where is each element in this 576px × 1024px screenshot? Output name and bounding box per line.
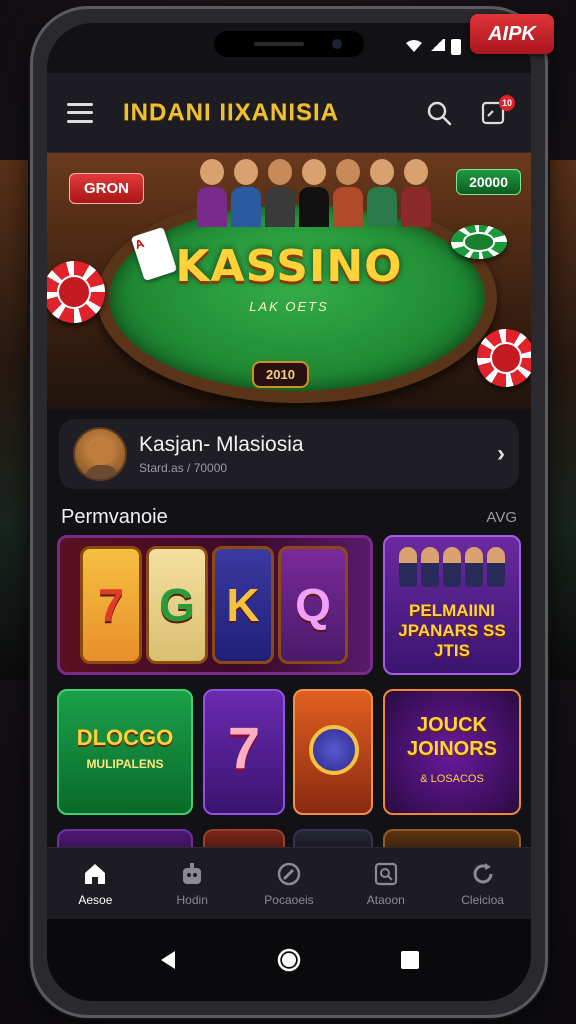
tab-pocaoeis[interactable]: Pocaoeis bbox=[241, 848, 338, 919]
system-nav-bar bbox=[47, 919, 531, 1001]
phone-frame: INDANI IIXANISIA 10 A GRON 20000 KASSINO… bbox=[30, 6, 548, 1018]
bingo-tile-title: DLOCGO bbox=[76, 725, 174, 750]
tab-cleicioa[interactable]: Cleicioa bbox=[434, 848, 531, 919]
tab-label: Ataoon bbox=[366, 892, 405, 907]
hero-subtitle: LAK OETS bbox=[249, 299, 329, 314]
game-tile-slots[interactable]: 7 G K Q bbox=[57, 535, 373, 675]
slot-reel: G bbox=[146, 546, 208, 664]
speaker-grille bbox=[254, 42, 304, 46]
front-camera bbox=[332, 39, 342, 49]
profile-name: Kasjan- Mlasiosia bbox=[139, 433, 304, 456]
tab-label: Cleicioa bbox=[461, 892, 504, 907]
app-bar: INDANI IIXANISIA 10 bbox=[47, 73, 531, 153]
game-tile-coin[interactable] bbox=[293, 689, 373, 815]
slot-reel: 7 bbox=[80, 546, 142, 664]
hero-banner[interactable]: A GRON 20000 KASSINO LAK OETS 2010 bbox=[47, 153, 531, 409]
promo-players-graphic bbox=[399, 547, 505, 587]
section-header: Permvanoie AVG bbox=[47, 499, 531, 535]
bottom-tab-bar: Aesoe Hodin Pocaoeis Ataoon Cleicioa bbox=[47, 847, 531, 919]
tab-label: Aesoe bbox=[78, 892, 113, 907]
hero-counter: 2010 bbox=[252, 361, 309, 388]
slot-reel: K bbox=[212, 546, 274, 664]
recents-square-icon bbox=[401, 951, 420, 969]
tab-ataoon[interactable]: Ataoon bbox=[337, 848, 434, 919]
promo-tile-label: PELMAIINI JPANARS SS JTIS bbox=[398, 601, 506, 660]
coin-icon bbox=[309, 725, 359, 775]
tab-hodin[interactable]: Hodin bbox=[144, 848, 241, 919]
camera-notch bbox=[214, 31, 364, 57]
refresh-icon bbox=[470, 861, 496, 887]
avatar bbox=[73, 427, 127, 481]
status-icons bbox=[405, 39, 461, 56]
home-circle-icon bbox=[277, 948, 301, 972]
game-tile-seven[interactable]: 7 bbox=[203, 689, 285, 815]
game-grid: 7 G K Q PELMAIINI JPANARS SS JTIS DLOCGO… bbox=[47, 535, 531, 869]
home-icon bbox=[82, 861, 108, 887]
slot-reel: Q bbox=[278, 546, 348, 664]
robot-icon bbox=[179, 861, 205, 887]
game-tile-bingo[interactable]: DLOCGO MULIPALENS bbox=[57, 689, 193, 815]
poker-chip-graphic bbox=[477, 329, 531, 387]
section-see-all-link[interactable]: AVG bbox=[486, 509, 517, 526]
home-button[interactable] bbox=[269, 940, 309, 980]
battery-icon bbox=[451, 39, 461, 55]
notification-badge: 10 bbox=[499, 94, 515, 111]
profile-card[interactable]: Kasjan- Mlasiosia Stard.as / 70000 › bbox=[59, 419, 519, 489]
game-tile-promo[interactable]: PELMAIINI JPANARS SS JTIS bbox=[383, 535, 521, 675]
notifications-button[interactable]: 10 bbox=[475, 94, 515, 131]
chevron-right-icon: › bbox=[497, 440, 505, 467]
menu-icon[interactable] bbox=[67, 102, 93, 123]
jokers-tile-title: JOUCK JOINORS bbox=[406, 714, 498, 760]
hero-badge-right: 20000 bbox=[456, 169, 521, 195]
search-button[interactable] bbox=[421, 95, 457, 131]
hero-badge-left: GRON bbox=[69, 173, 144, 204]
back-button[interactable] bbox=[148, 940, 188, 980]
hero-players-graphic bbox=[197, 159, 431, 229]
app-title: INDANI IIXANISIA bbox=[123, 98, 340, 126]
profile-subtitle: Stard.as / 70000 bbox=[139, 461, 228, 475]
back-triangle-icon bbox=[160, 951, 175, 969]
wifi-icon bbox=[405, 39, 423, 56]
status-bar bbox=[47, 23, 531, 73]
search-box-icon bbox=[373, 861, 399, 887]
section-title: Permvanoie bbox=[61, 505, 168, 528]
bingo-tile-subtitle: MULIPALENS bbox=[86, 757, 164, 771]
jokers-tile-subtitle: & LOSACOS bbox=[420, 773, 484, 785]
recents-button[interactable] bbox=[390, 940, 430, 980]
tab-label: Pocaoeis bbox=[264, 892, 314, 907]
signal-icon bbox=[429, 39, 445, 51]
seven-symbol: 7 bbox=[227, 716, 261, 781]
hero-logo: KASSINO bbox=[175, 241, 403, 292]
edit-icon bbox=[276, 861, 302, 887]
phone-screen: INDANI IIXANISIA 10 A GRON 20000 KASSINO… bbox=[47, 23, 531, 1001]
search-icon bbox=[427, 101, 452, 125]
game-tile-jokers[interactable]: JOUCK JOINORS & LOSACOS bbox=[383, 689, 521, 815]
tab-home[interactable]: Aesoe bbox=[47, 848, 144, 919]
watermark-badge: AIPK bbox=[470, 14, 554, 54]
tab-label: Hodin bbox=[176, 892, 208, 907]
